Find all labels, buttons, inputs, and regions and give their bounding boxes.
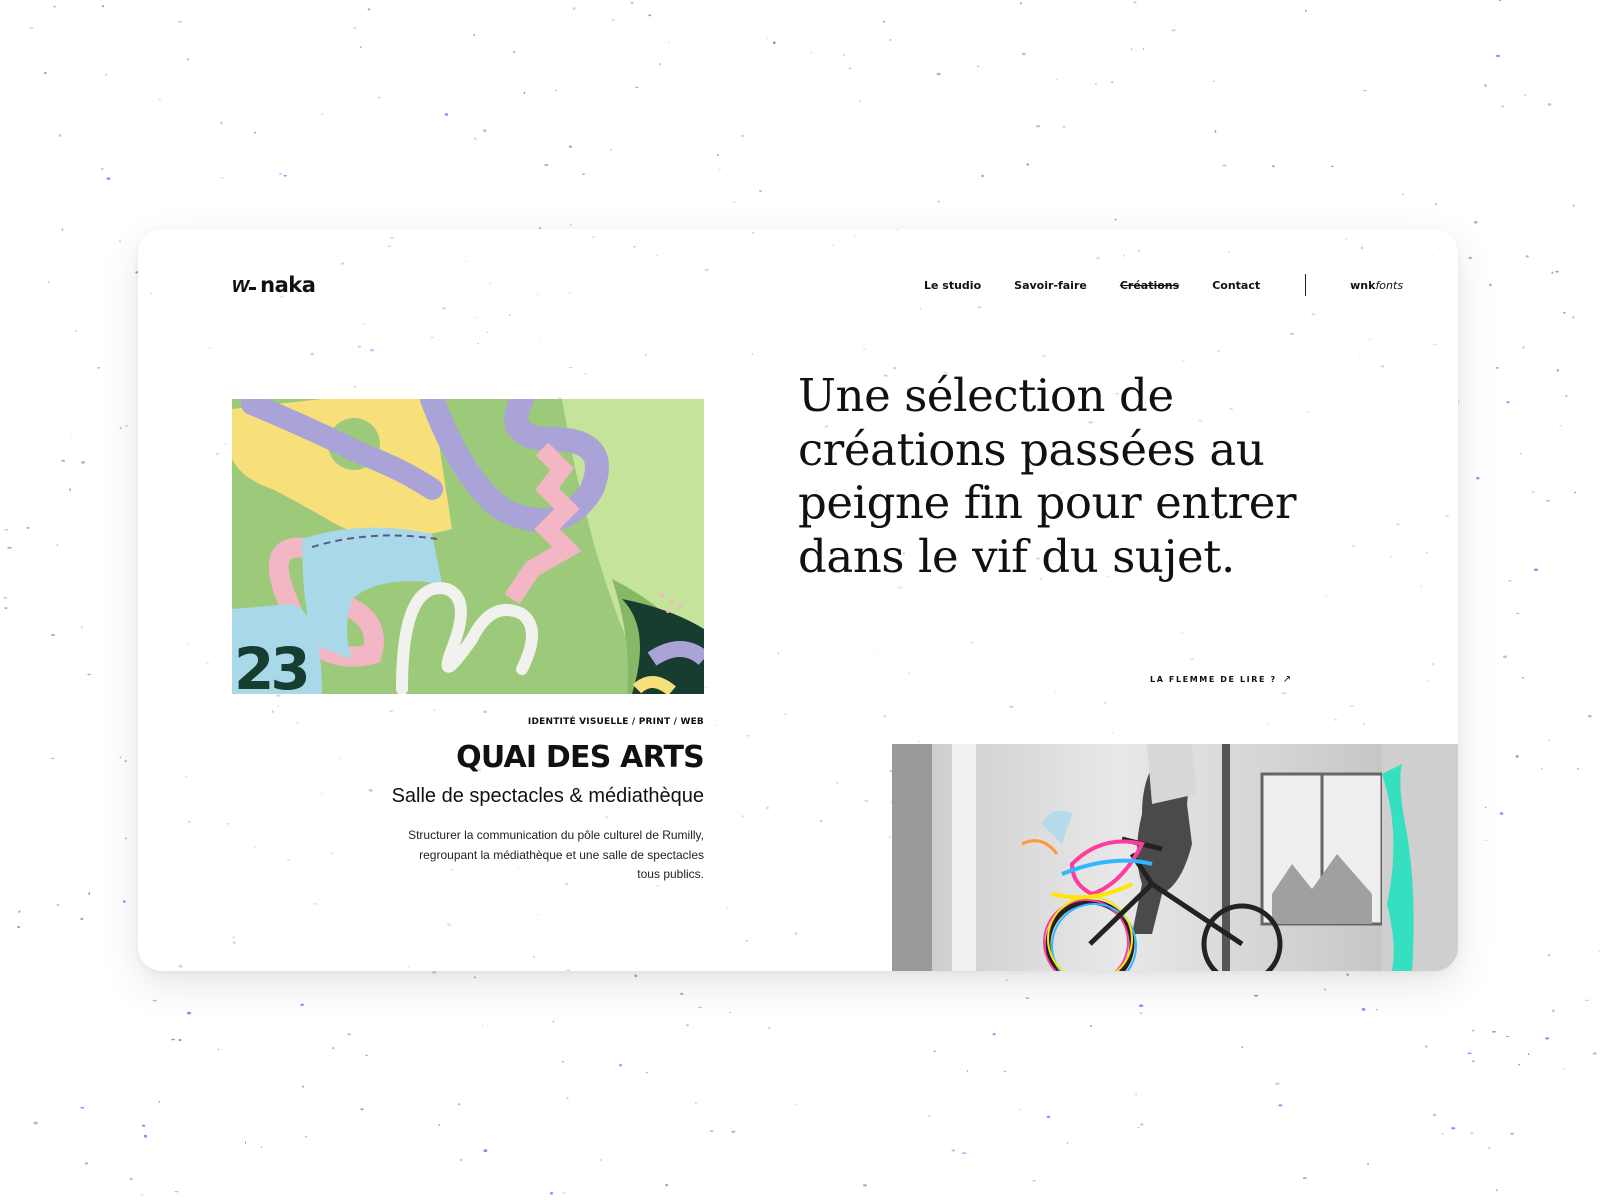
project-description: Structurer la communication du pôle cult… [408, 828, 704, 881]
arrow-up-right-icon: ↗ [1282, 674, 1292, 685]
nav-item-savoir-faire[interactable]: Savoir-faire [1014, 279, 1087, 292]
fonts-link-bold: wnk [1350, 278, 1376, 292]
page-headline: Une sélection de créations passées au pe… [798, 369, 1297, 583]
tldr-link[interactable]: LA FLEMME DE LIRE ? ↗ [1150, 674, 1291, 685]
brand-logo[interactable]: w naka [232, 267, 316, 303]
nav-divider [1305, 274, 1307, 296]
nav-item-contact[interactable]: Contact [1212, 279, 1260, 292]
bike-photo-illustration [892, 744, 1458, 971]
project-artwork-image[interactable]: 23 [232, 399, 704, 694]
project-categories: IDENTITÉ VISUELLE / PRINT / WEB [527, 717, 704, 727]
website-card: w naka Le studio Savoir-faire Créations … [138, 229, 1458, 971]
artwork-illustration: 23 [232, 399, 704, 694]
nav-item-le-studio[interactable]: Le studio [924, 279, 981, 292]
wnkfonts-link[interactable]: wnkfonts [1350, 279, 1403, 292]
artwork-number: 23 [234, 635, 307, 694]
project-subtitle: Salle de spectacles & médiathèque [391, 785, 704, 807]
nav-item-creations[interactable]: Créations [1120, 279, 1179, 292]
logo-dash [249, 286, 257, 290]
fonts-link-italic: fonts [1375, 278, 1404, 292]
project-title[interactable]: QUAI DES ARTS [456, 740, 705, 775]
logo-mark: w [232, 272, 249, 297]
main-nav: Le studio Savoir-faire Créations Contact… [924, 273, 1403, 297]
project-photo-bike[interactable] [892, 744, 1458, 971]
logo-text: naka [260, 273, 316, 297]
tldr-link-label: LA FLEMME DE LIRE ? [1150, 675, 1277, 684]
